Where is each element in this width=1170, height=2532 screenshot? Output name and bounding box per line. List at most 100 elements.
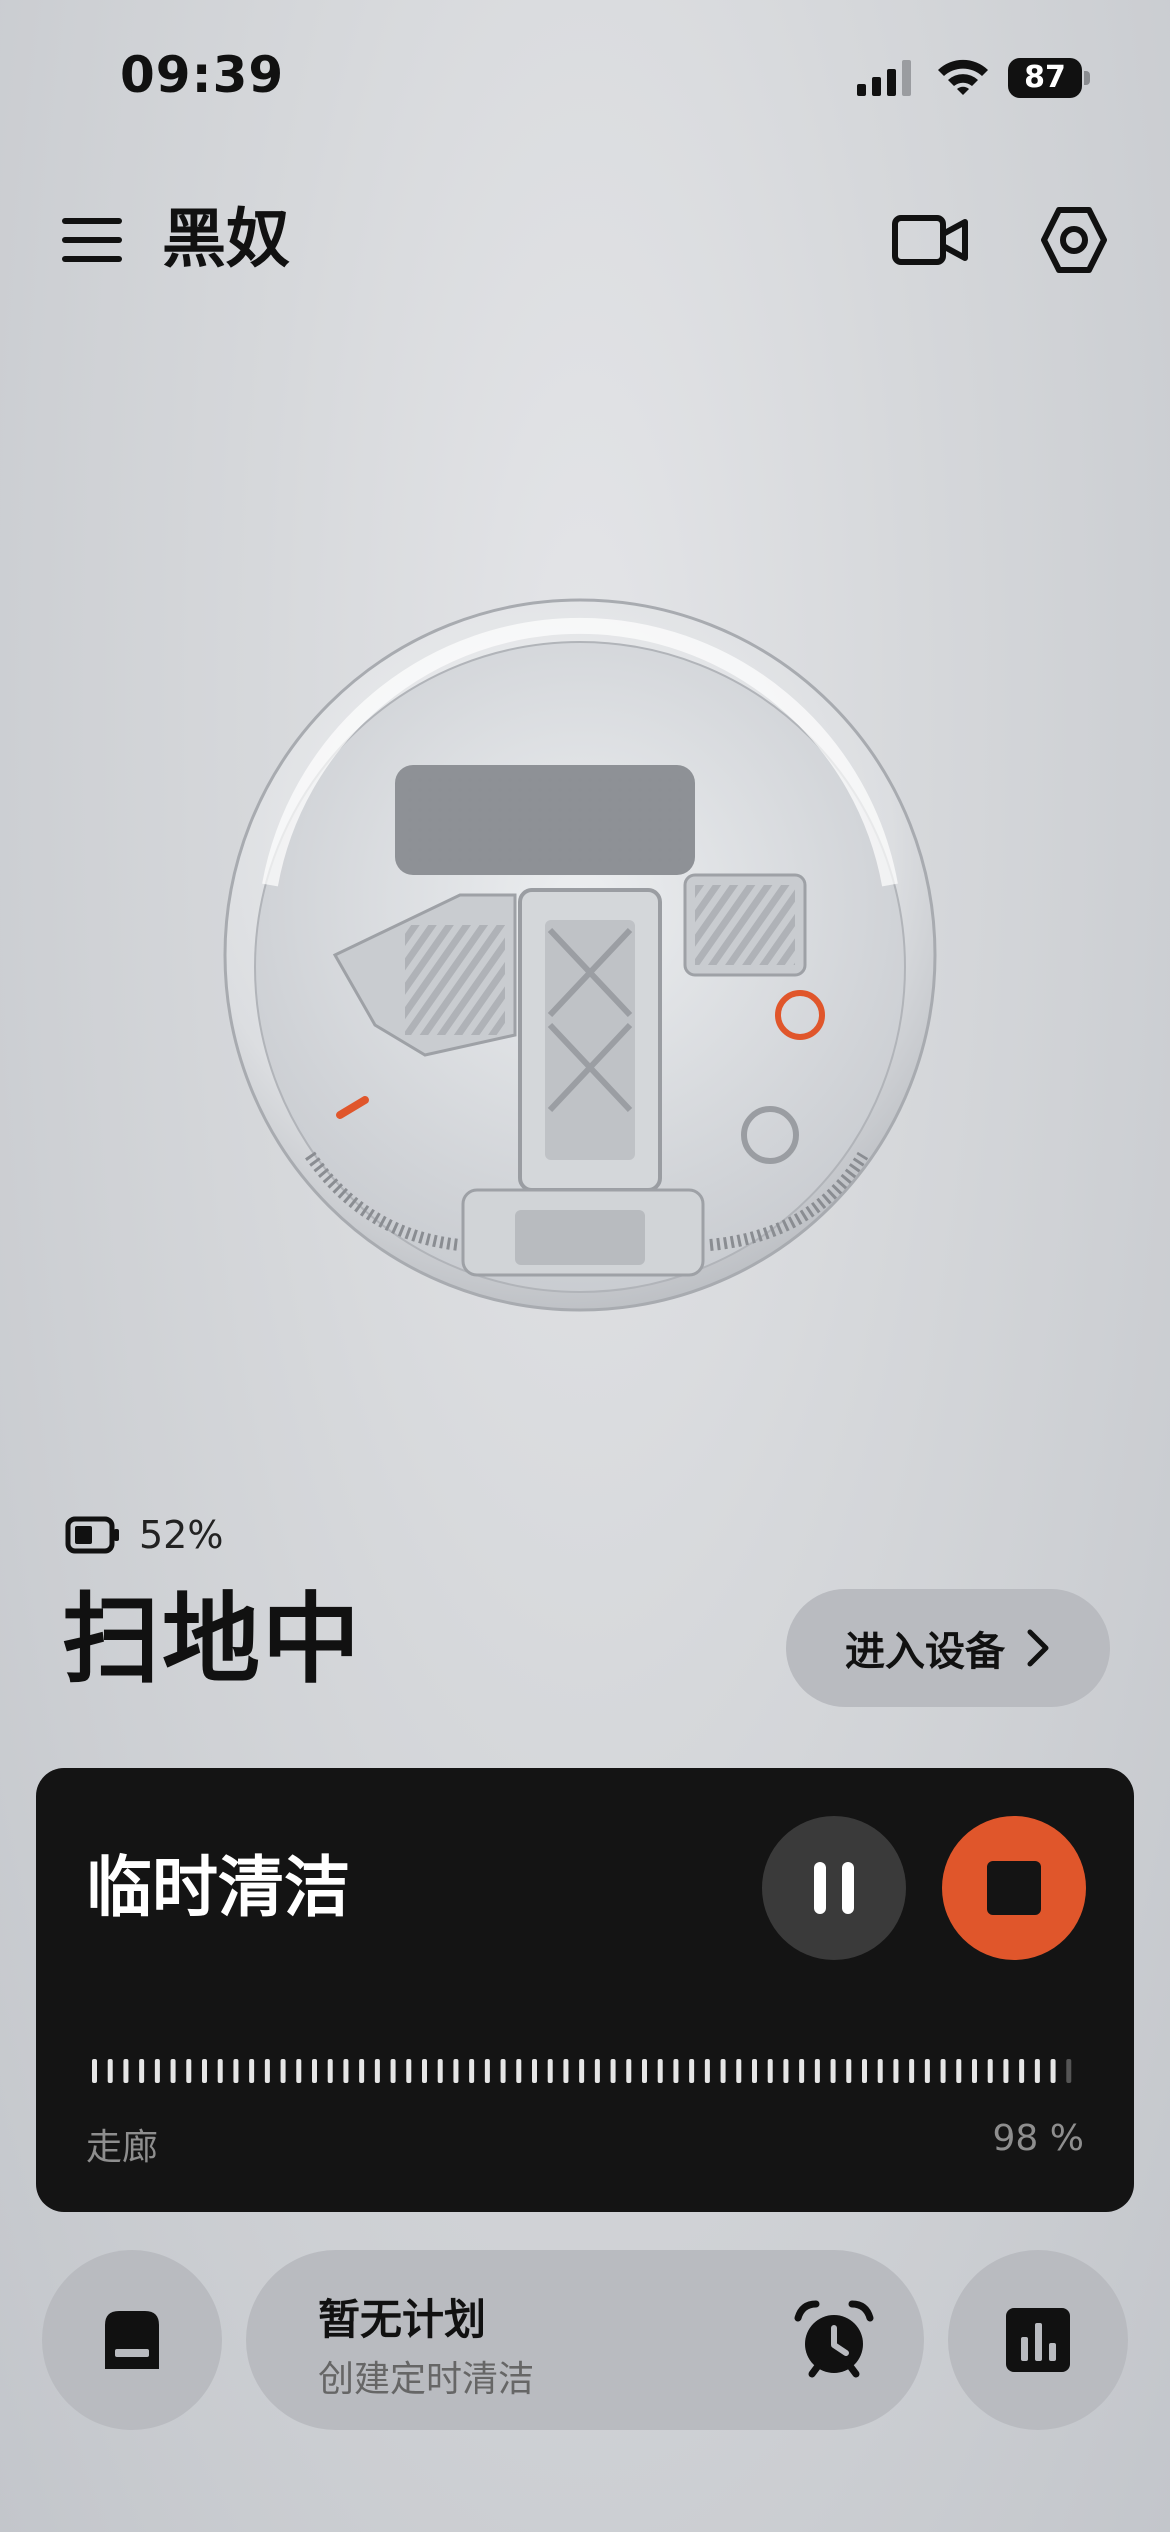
dock-station-icon [105,2311,159,2369]
cellular-signal-icon [857,60,911,96]
bar-chart-icon [1006,2308,1070,2372]
progress-tick-filled [437,2059,443,2083]
progress-tick-filled [343,2059,349,2083]
progress-tick-filled [516,2059,522,2083]
progress-tick-filled [799,2059,805,2083]
progress-tick-filled [1003,2059,1009,2083]
progress-tick-filled [736,2059,742,2083]
progress-tick-filled [359,2059,365,2083]
progress-tick-filled [940,2059,946,2083]
progress-tick-filled [924,2059,930,2083]
progress-tick-filled [249,2059,255,2083]
status-time: 09:39 [120,46,285,104]
progress-tick-filled [783,2059,789,2083]
progress-tick-filled [987,2059,993,2083]
settings-icon[interactable] [1040,205,1108,275]
progress-tick-filled [1019,2059,1025,2083]
progress-tick-filled [390,2059,396,2083]
pause-button[interactable] [762,1816,906,1960]
app-header: 黑奴 [0,190,1170,290]
progress-tick-filled [909,2059,915,2083]
progress-tick-filled [563,2059,569,2083]
progress-tick-filled [547,2059,553,2083]
progress-tick-filled [579,2059,585,2083]
app-screen: 09:39 87 黑奴 52% 扫地中 进入设备 临时清洁 走廊 98 % 暂无… [0,0,1170,2532]
progress-tick-filled [752,2059,757,2083]
robot-battery-percent: 52% [139,1513,224,1557]
schedule-button[interactable]: 暂无计划 创建定时清洁 [246,2250,924,2430]
progress-tick-filled [327,2059,333,2083]
progress-tick-filled [92,2059,97,2083]
progress-tick-filled [406,2059,412,2083]
robot-vacuum-image [223,598,937,1312]
cleaning-progress-bar [90,2059,1080,2083]
progress-tick-filled [626,2059,632,2083]
progress-tick-filled [217,2059,223,2083]
progress-tick-filled [500,2059,506,2083]
video-camera-icon[interactable] [890,208,970,272]
progress-tick-filled [233,2059,239,2083]
statistics-button[interactable] [948,2250,1128,2430]
progress-tick-filled [610,2059,616,2083]
progress-tick-filled [484,2059,490,2083]
progress-tick-filled [154,2059,160,2083]
progress-tick-filled [862,2059,867,2083]
progress-tick-filled [453,2059,459,2083]
progress-tick-filled [139,2059,145,2083]
progress-tick-empty [1066,2059,1072,2083]
menu-icon[interactable] [60,212,124,268]
progress-tick-filled [642,2059,647,2083]
progress-tick-filled [657,2059,663,2083]
device-name-title: 黑奴 [162,203,290,277]
dock-station-button[interactable] [42,2250,222,2430]
progress-tick-filled [312,2059,317,2083]
cleaning-task-card: 临时清洁 走廊 98 % [36,1768,1134,2212]
enter-device-label: 进入设备 [845,1629,1005,1675]
progress-tick-filled [689,2059,695,2083]
schedule-title: 暂无计划 [318,2295,487,2344]
status-bar: 09:39 87 [0,0,1170,150]
progress-tick-filled [469,2059,475,2083]
cleaning-task-title: 临时清洁 [86,1849,350,1926]
progress-tick-filled [202,2059,207,2083]
wifi-icon [938,59,988,95]
progress-tick-filled [170,2059,176,2083]
progress-tick-filled [186,2059,192,2083]
progress-tick-filled [264,2059,270,2083]
progress-tick-filled [814,2059,820,2083]
status-battery-level: 87 [1008,58,1082,98]
robot-battery-row: 52% [65,1510,223,1560]
battery-cap [1084,71,1090,85]
progress-tick-filled [720,2059,726,2083]
battery-icon [65,1516,119,1554]
progress-tick-filled [532,2059,537,2083]
progress-tick-filled [594,2059,600,2083]
progress-tick-filled [422,2059,427,2083]
alarm-clock-icon [794,2300,874,2378]
enter-device-button[interactable]: 进入设备 [786,1589,1110,1707]
progress-tick-filled [767,2059,773,2083]
cleaning-progress-percent: 98 % [992,2118,1084,2159]
status-battery-icon: 87 [1008,58,1090,98]
progress-tick-filled [956,2059,962,2083]
progress-tick-filled [893,2059,899,2083]
progress-tick-filled [1034,2059,1040,2083]
progress-tick-filled [830,2059,836,2083]
chevron-right-icon [1027,1629,1049,1667]
progress-tick-filled [296,2059,302,2083]
progress-tick-filled [704,2059,710,2083]
progress-tick-filled [1050,2059,1056,2083]
progress-tick-filled [972,2059,977,2083]
progress-tick-filled [280,2059,286,2083]
progress-tick-filled [374,2059,380,2083]
stop-icon [987,1861,1041,1915]
robot-status-text: 扫地中 [62,1583,363,1697]
progress-tick-filled [107,2059,113,2083]
progress-tick-filled [673,2059,679,2083]
stop-button[interactable] [942,1816,1086,1960]
progress-tick-filled [123,2059,129,2083]
schedule-subtitle: 创建定时清洁 [318,2359,535,2400]
current-room-label: 走廊 [86,2127,159,2168]
progress-tick-filled [846,2059,852,2083]
progress-tick-filled [877,2059,883,2083]
